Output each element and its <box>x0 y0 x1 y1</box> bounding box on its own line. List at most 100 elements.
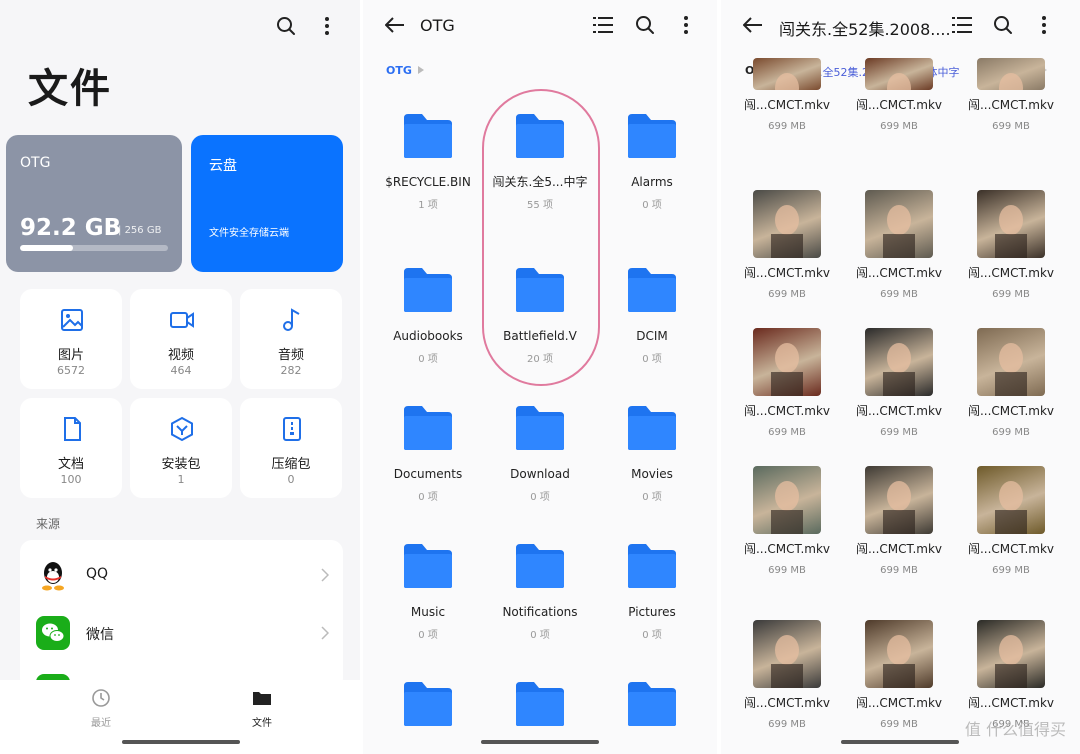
video-file-item[interactable]: 闯...CMCT.mkv 699 MB <box>735 328 839 438</box>
video-file-item[interactable]: 闯...CMCT.mkv 699 MB <box>959 190 1063 300</box>
folder-item[interactable]: Music 0 项 <box>373 542 483 641</box>
file-size: 699 MB <box>768 427 806 438</box>
category-count: 282 <box>280 364 302 377</box>
header-title: OTG <box>420 16 455 35</box>
folder-icon <box>516 406 564 450</box>
folder-count: 0 项 <box>418 492 438 503</box>
video-file-item[interactable]: 闯...CMCT.mkv 699 MB <box>735 466 839 576</box>
file-name: 闯...CMCT.mkv <box>855 266 943 280</box>
file-name: 闯...CMCT.mkv <box>743 98 831 112</box>
file-name: 闯...CMCT.mkv <box>743 266 831 280</box>
folder-name: Documents <box>393 467 463 481</box>
folder-item[interactable]: Documents 0 项 <box>373 404 483 503</box>
folder-icon <box>404 544 452 588</box>
more-icon[interactable] <box>672 11 700 39</box>
folder-item[interactable] <box>485 680 595 742</box>
video-file-item[interactable]: 闯...CMCT.mkv 699 MB <box>959 620 1063 730</box>
category-documents[interactable]: 文档 100 <box>20 398 122 498</box>
video-file-item[interactable]: 闯...CMCT.mkv 699 MB <box>847 620 951 730</box>
back-arrow-icon[interactable] <box>381 11 409 39</box>
video-file-item[interactable]: 闯...CMCT.mkv 699 MB <box>959 466 1063 576</box>
files-home-panel: 文件 OTG 92.2 GB | 256 GB 云盘 文件安全存储云端 图片 6… <box>0 0 360 754</box>
cloud-card[interactable]: 云盘 文件安全存储云端 <box>191 135 343 272</box>
folder-name: Alarms <box>631 175 673 189</box>
video-thumbnail <box>865 190 933 258</box>
category-label: 图片 <box>57 348 84 363</box>
file-size: 699 MB <box>880 719 918 730</box>
otg-usage-bar <box>20 245 168 251</box>
category-packages[interactable]: 安装包 1 <box>130 398 232 498</box>
video-file-item[interactable]: 闯...CMCT.mkv 699 MB <box>735 58 839 132</box>
category-audio[interactable]: 音频 282 <box>240 289 342 389</box>
folder-name: $RECYCLE.BIN <box>385 175 471 189</box>
source-item-wechat[interactable]: 微信 <box>20 604 343 662</box>
folder-icon <box>253 692 271 705</box>
file-size: 699 MB <box>880 565 918 576</box>
video-thumbnail <box>977 620 1045 688</box>
video-file-item[interactable]: 闯...CMCT.mkv 699 MB <box>959 328 1063 438</box>
source-label: 微信 <box>86 627 114 643</box>
document-icon <box>64 417 81 441</box>
category-count: 0 <box>287 473 295 486</box>
breadcrumb-otg[interactable]: OTG <box>386 64 412 77</box>
search-icon[interactable] <box>989 11 1017 39</box>
folder-item[interactable]: $RECYCLE.BIN 1 项 <box>373 112 483 211</box>
back-arrow-icon[interactable] <box>739 11 767 39</box>
folder-name: Notifications <box>502 605 578 619</box>
breadcrumb-chevron-icon <box>418 66 424 74</box>
music-icon <box>283 308 300 331</box>
folder-name: Audiobooks <box>393 329 463 343</box>
video-thumbnail <box>753 190 821 258</box>
list-view-icon[interactable] <box>589 11 617 39</box>
folder-item[interactable]: Pictures 0 项 <box>597 542 707 641</box>
category-images[interactable]: 图片 6572 <box>20 289 122 389</box>
header-title: 闯关东.全52集.2008.... <box>779 20 951 39</box>
package-icon <box>171 416 193 442</box>
sources-heading: 来源 <box>36 517 61 531</box>
folder-count: 0 项 <box>642 492 662 503</box>
folder-item[interactable] <box>373 680 483 742</box>
folder-item[interactable]: Notifications 0 项 <box>485 542 595 641</box>
folder-name: DCIM <box>636 329 668 343</box>
folder-icon <box>628 544 676 588</box>
video-file-item[interactable]: 闯...CMCT.mkv 699 MB <box>735 190 839 300</box>
video-file-item[interactable]: 闯...CMCT.mkv 699 MB <box>847 466 951 576</box>
list-view-icon[interactable] <box>948 11 976 39</box>
video-file-item[interactable]: 闯...CMCT.mkv 699 MB <box>847 58 951 132</box>
wechat-icon <box>36 616 70 650</box>
highlight-annotation <box>482 89 600 386</box>
qq-icon <box>42 562 64 591</box>
search-icon[interactable] <box>631 11 659 39</box>
folder-item[interactable]: Audiobooks 0 项 <box>373 266 483 365</box>
nav-files[interactable]: 文件 <box>232 688 292 729</box>
file-name: 闯...CMCT.mkv <box>743 696 831 710</box>
file-size: 699 MB <box>992 289 1030 300</box>
category-archives[interactable]: 压缩包 0 <box>240 398 342 498</box>
category-videos[interactable]: 视频 464 <box>130 289 232 389</box>
category-label: 视频 <box>167 348 194 363</box>
file-name: 闯...CMCT.mkv <box>967 266 1055 280</box>
folder-count: 0 项 <box>530 630 550 641</box>
otg-label: OTG <box>20 155 51 171</box>
more-icon[interactable] <box>313 12 341 40</box>
folder-item[interactable]: Movies 0 项 <box>597 404 707 503</box>
video-file-item[interactable]: 闯...CMCT.mkv 699 MB <box>959 58 1063 132</box>
folder-count: 0 项 <box>642 354 662 365</box>
folder-item[interactable]: DCIM 0 项 <box>597 266 707 365</box>
video-file-item[interactable]: 闯...CMCT.mkv 699 MB <box>847 328 951 438</box>
otg-storage-card[interactable]: OTG 92.2 GB | 256 GB <box>6 135 182 272</box>
video-file-item[interactable]: 闯...CMCT.mkv 699 MB <box>735 620 839 730</box>
search-icon[interactable] <box>272 12 300 40</box>
folder-item[interactable]: Download 0 项 <box>485 404 595 503</box>
folder-item[interactable]: Alarms 0 项 <box>597 112 707 211</box>
video-thumbnail <box>865 620 933 688</box>
nav-recent[interactable]: 最近 <box>71 688 131 729</box>
source-item-qq[interactable]: QQ <box>20 546 343 604</box>
folder-item[interactable] <box>597 680 707 742</box>
folder-icon <box>404 682 452 726</box>
home-indicator <box>122 740 240 744</box>
more-icon[interactable] <box>1030 11 1058 39</box>
folder-count: 0 项 <box>530 492 550 503</box>
video-thumbnail <box>977 190 1045 258</box>
video-file-item[interactable]: 闯...CMCT.mkv 699 MB <box>847 190 951 300</box>
